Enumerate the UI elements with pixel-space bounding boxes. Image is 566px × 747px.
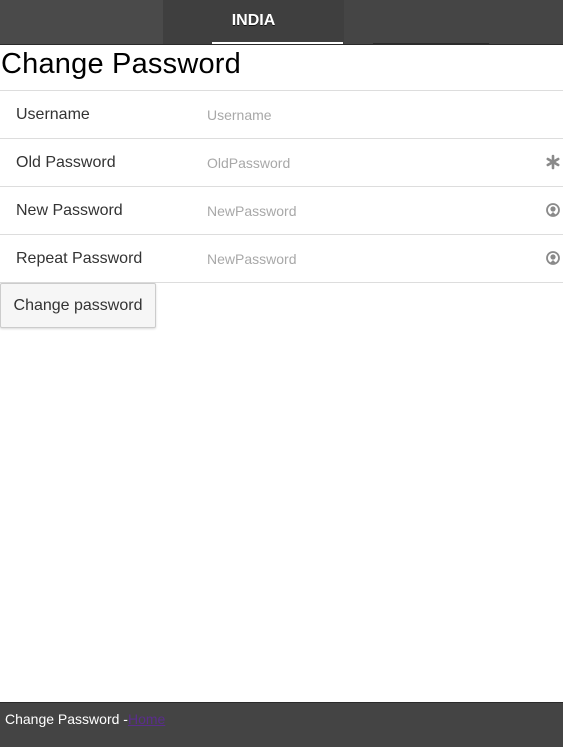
footer-bar: Change Password -Home — [0, 702, 563, 747]
repeat-password-label: Repeat Password — [16, 250, 143, 267]
footer-text: Change Password -Home — [5, 711, 165, 727]
new-password-row: New Password — [0, 186, 563, 234]
header-left-segment — [0, 0, 163, 44]
username-label: Username — [16, 106, 90, 123]
old-password-input[interactable] — [205, 151, 539, 175]
home-link[interactable]: Home — [128, 711, 165, 727]
active-tab-indicator — [212, 42, 343, 44]
change-password-button[interactable]: Change password — [0, 283, 156, 328]
change-password-form: Username Old Password New Password — [0, 90, 563, 283]
old-password-row: Old Password — [0, 138, 563, 186]
header-right-segment — [344, 0, 563, 44]
new-password-input[interactable] — [205, 199, 539, 223]
refresh-icon — [545, 250, 561, 266]
asterisk-icon — [545, 154, 561, 170]
repeat-password-input[interactable] — [205, 247, 539, 271]
old-password-label: Old Password — [16, 154, 116, 171]
page-title: Change Password — [1, 48, 241, 80]
footer-label: Change Password - — [5, 711, 128, 727]
page: INDIA Change Password Username Old Passw… — [0, 0, 566, 747]
header-right-indicator — [373, 43, 489, 45]
refresh-icon — [545, 202, 561, 218]
header-title[interactable]: INDIA — [163, 0, 344, 44]
username-input[interactable] — [205, 103, 539, 127]
header-bar: INDIA — [0, 0, 563, 45]
repeat-password-row: Repeat Password — [0, 234, 563, 283]
username-row: Username — [0, 90, 563, 138]
new-password-label: New Password — [16, 202, 123, 219]
